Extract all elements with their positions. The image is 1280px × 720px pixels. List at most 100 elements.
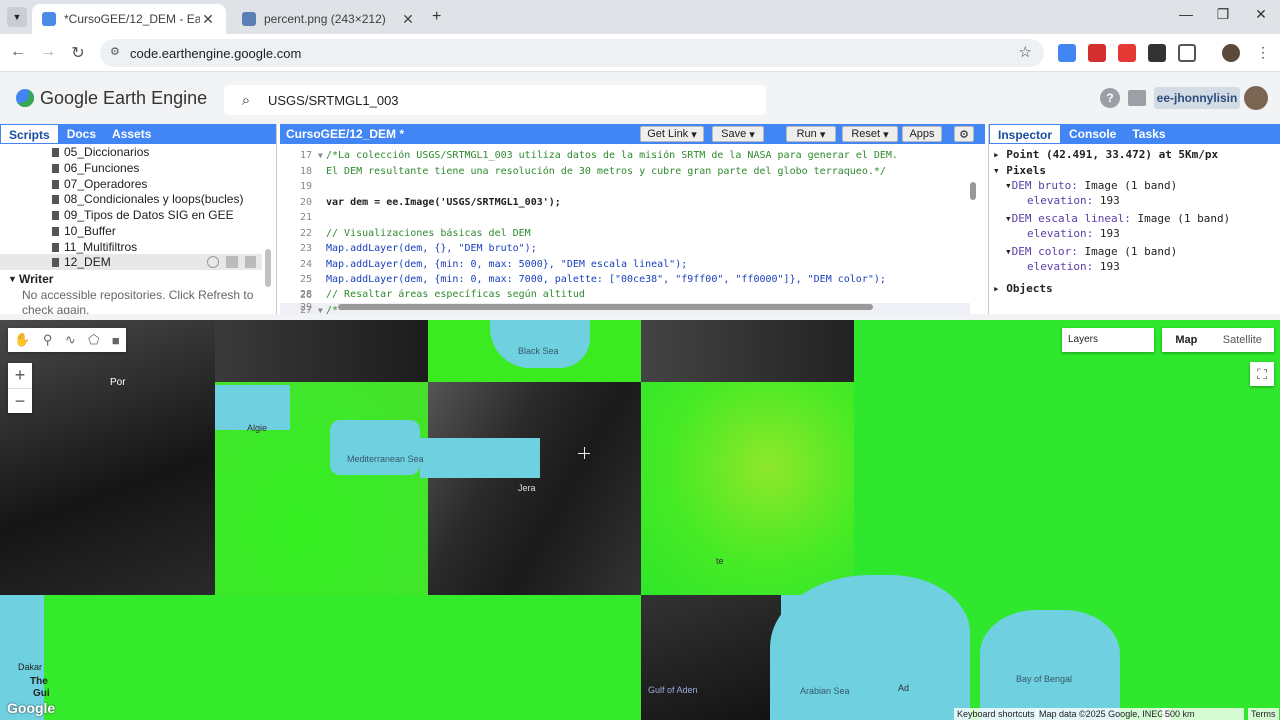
map-type-satellite[interactable]: Satellite xyxy=(1211,328,1274,352)
expand-writer-icon[interactable]: ▼ xyxy=(8,274,17,284)
script-item[interactable]: 11_Multifiltros xyxy=(0,239,262,255)
layer-name: DEM escala lineal: xyxy=(1011,212,1131,225)
site-info-icon[interactable]: ⚙ xyxy=(110,45,120,58)
script-item[interactable]: 10_Buffer xyxy=(0,223,262,239)
settings-gear-icon[interactable]: ⚙ xyxy=(954,126,974,142)
get-link-button[interactable]: Get Link ▾ xyxy=(640,126,704,142)
code-area[interactable]: 17 ▼/*La colección USGS/SRTMGL1_003 utili… xyxy=(280,148,970,319)
close-tab-icon[interactable]: ✕ xyxy=(400,11,416,28)
url-field[interactable]: ⚙ code.earthengine.google.com ☆ xyxy=(100,39,1044,67)
editor-vertical-scrollbar[interactable] xyxy=(970,182,976,200)
layer-row[interactable]: ▾DEM color: Image (1 band) xyxy=(1005,245,1177,258)
delete-icon[interactable] xyxy=(245,256,256,268)
save-button[interactable]: Save ▾ xyxy=(712,126,764,142)
gee-logo-icon xyxy=(16,89,34,107)
polygon-icon[interactable]: ⬠ xyxy=(88,332,99,348)
editor-horizontal-scrollbar[interactable] xyxy=(338,304,873,310)
panel-splitter[interactable] xyxy=(0,314,1280,320)
place-label: Gui xyxy=(33,688,50,699)
close-tab-icon[interactable]: ✕ xyxy=(200,11,216,28)
fold-arrow-icon[interactable]: ▼ xyxy=(318,151,326,160)
scripts-panel: Scripts Docs Assets 05_Diccionarios 06_F… xyxy=(0,124,277,314)
band-name: elevation: xyxy=(1027,194,1094,207)
script-title: CursoGEE/12_DEM * xyxy=(286,127,405,141)
marker-icon[interactable]: ⚲ xyxy=(43,332,53,348)
city-label: Jera xyxy=(518,483,536,493)
script-item-selected[interactable]: 12_DEM xyxy=(0,254,262,270)
help-icon[interactable]: ? xyxy=(1100,88,1120,108)
script-item[interactable]: 05_Diccionarios xyxy=(0,144,262,160)
translate-extension-icon[interactable] xyxy=(1058,44,1076,62)
line-number: 20 xyxy=(299,196,312,208)
minimize-icon[interactable]: — xyxy=(1175,6,1197,26)
fullscreen-icon[interactable]: ⛶ xyxy=(1250,362,1274,386)
reload-icon[interactable]: ↻ xyxy=(68,43,88,63)
tab-assets[interactable]: Assets xyxy=(104,124,159,144)
tab-tasks[interactable]: Tasks xyxy=(1124,124,1173,144)
maximize-icon[interactable]: ❐ xyxy=(1212,6,1234,26)
user-avatar[interactable] xyxy=(1244,86,1268,110)
user-project-button[interactable]: ee-jhonnylisin xyxy=(1154,87,1240,109)
browser-tab-percent[interactable]: percent.png (243×212) ✕ xyxy=(232,4,426,34)
tab-docs[interactable]: Docs xyxy=(59,124,104,144)
right-panel-tabs: Inspector Console Tasks xyxy=(989,124,1280,144)
pixels-row[interactable]: ▾ Pixels xyxy=(993,164,1046,177)
search-input-value: USGS/SRTMGL1_003 xyxy=(268,92,399,108)
rectangle-icon[interactable]: ■ xyxy=(112,333,120,348)
pan-hand-icon[interactable]: ✋ xyxy=(14,332,30,348)
line-icon[interactable]: ∿ xyxy=(65,332,76,348)
history-icon[interactable] xyxy=(207,256,219,268)
arabian-sea-water xyxy=(770,575,970,720)
scale-label: 500 km xyxy=(1165,709,1195,719)
apps-button[interactable]: Apps xyxy=(902,126,942,142)
browser-tab-gee[interactable]: *CursoGEE/12_DEM - Earth Eng ✕ xyxy=(32,4,226,34)
code-text: // Resaltar áreas específicas según alti… xyxy=(326,289,585,301)
office-extension-icon[interactable] xyxy=(1118,44,1136,62)
layer-row[interactable]: ▾DEM bruto: Image (1 band) xyxy=(1005,179,1177,192)
map-type-map[interactable]: Map xyxy=(1162,328,1211,352)
zoom-out-button[interactable]: − xyxy=(8,388,32,413)
layers-button[interactable]: Layers xyxy=(1062,328,1154,352)
feedback-icon[interactable] xyxy=(1128,90,1146,106)
close-window-icon[interactable]: ✕ xyxy=(1250,6,1272,26)
line-number: 25 xyxy=(299,274,312,286)
map-type-control: Map Satellite xyxy=(1162,328,1274,352)
extensions-puzzle-icon[interactable] xyxy=(1178,44,1196,62)
inspector-panel: Inspector Console Tasks ▸ Point (42.491,… xyxy=(988,124,1280,314)
mediterranean-water xyxy=(330,420,420,475)
map-canvas[interactable]: Black Sea Mediterranean Sea Arabian Sea … xyxy=(0,320,1280,720)
objects-row[interactable]: ▸ Objects xyxy=(993,282,1053,295)
script-item-label: 06_Funciones xyxy=(64,161,140,175)
left-scrollbar[interactable] xyxy=(265,249,271,287)
reset-button[interactable]: Reset ▾ xyxy=(842,126,898,142)
bookmark-star-icon[interactable]: ☆ xyxy=(1019,43,1032,61)
tab-search-button[interactable]: ▼ xyxy=(7,7,27,27)
layer-row[interactable]: ▾DEM escala lineal: Image (1 band) xyxy=(1005,212,1230,225)
file-icon xyxy=(52,210,59,220)
dataset-search-field[interactable]: ⌕ USGS/SRTMGL1_003 xyxy=(224,85,766,115)
script-item[interactable]: 07_Operadores xyxy=(0,176,262,192)
point-row[interactable]: ▸ Point (42.491, 33.472) at 5Km/px xyxy=(993,148,1218,161)
script-item[interactable]: 06_Funciones xyxy=(0,160,262,176)
gee-header: Google Earth Engine ⌕ USGS/SRTMGL1_003 ?… xyxy=(0,72,1280,124)
pdf-extension-icon[interactable] xyxy=(1088,44,1106,62)
band-row: elevation: 193 xyxy=(1027,194,1120,207)
browser-menu-icon[interactable]: ⋮ xyxy=(1256,44,1270,61)
profile-avatar[interactable] xyxy=(1222,44,1240,62)
band-value: 193 xyxy=(1099,227,1120,240)
cat-extension-icon[interactable] xyxy=(1148,44,1166,62)
terms-link[interactable]: Terms xyxy=(1248,708,1279,720)
rename-icon[interactable] xyxy=(226,256,238,268)
forward-icon[interactable]: → xyxy=(38,43,58,63)
code-text: /*La colección USGS/SRTMGL1_003 utiliza … xyxy=(326,150,898,162)
run-button[interactable]: Run ▾ xyxy=(786,126,836,142)
tab-scripts[interactable]: Scripts xyxy=(0,124,59,144)
new-tab-button[interactable]: + xyxy=(432,8,441,26)
script-item[interactable]: 08_Condicionales y loops(bucles) xyxy=(0,191,262,207)
keyboard-shortcuts-link[interactable]: Keyboard shortcuts xyxy=(954,708,1038,720)
back-icon[interactable]: ← xyxy=(8,43,28,63)
zoom-in-button[interactable]: + xyxy=(8,363,32,388)
script-item[interactable]: 09_Tipos de Datos SIG en GEE xyxy=(0,207,262,223)
tab-inspector[interactable]: Inspector xyxy=(989,124,1062,144)
tab-console[interactable]: Console xyxy=(1061,124,1124,144)
